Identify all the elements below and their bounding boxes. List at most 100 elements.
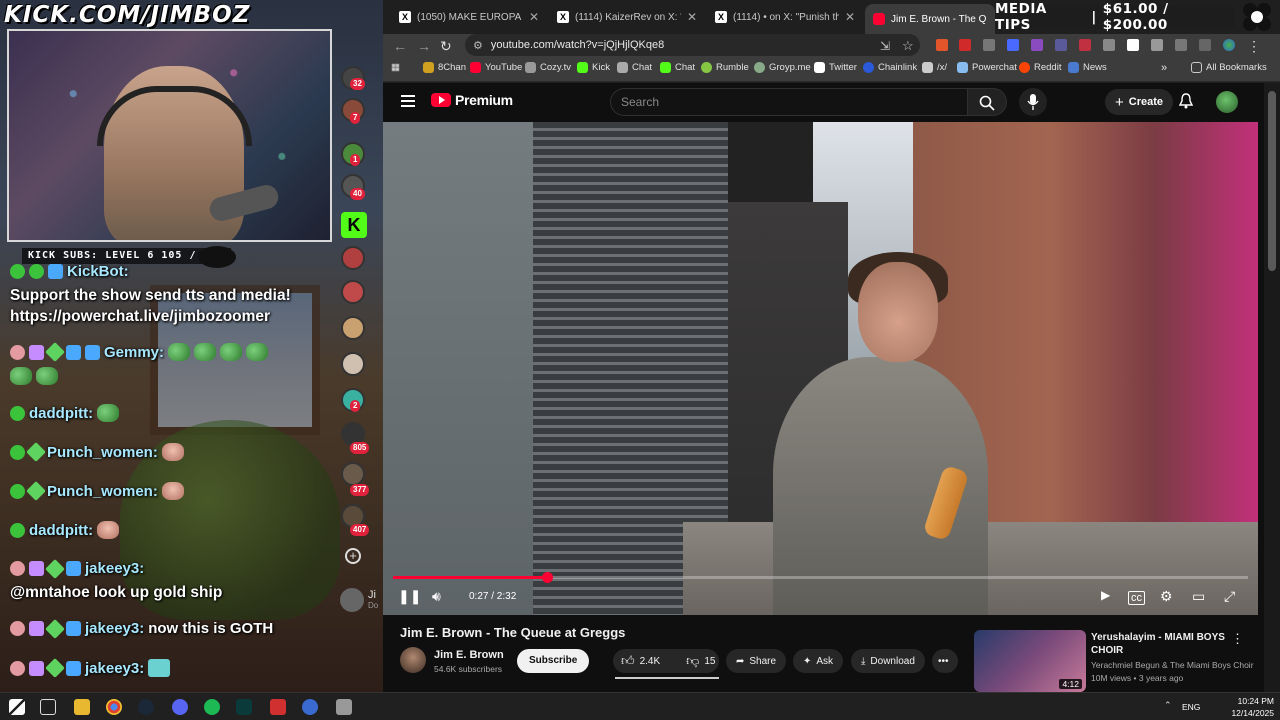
app-icon[interactable] [236,699,252,715]
more-vertical-icon[interactable]: ⋮ [1231,631,1244,647]
tray-chevron-icon[interactable]: ⌃ [1164,700,1172,711]
extension-icon[interactable] [1103,39,1115,51]
scrollbar-thumb[interactable] [1268,91,1276,271]
bookmark-star-icon[interactable]: ☆ [902,38,914,54]
chrome-icon[interactable] [106,699,122,715]
app-icon[interactable] [270,699,286,715]
bookmark-item[interactable]: 8Chan [423,62,466,73]
extension-icon[interactable] [983,39,995,51]
close-icon[interactable]: ✕ [529,10,539,24]
followed-channel-avatar[interactable] [341,316,365,340]
task-view-icon[interactable] [40,699,56,715]
file-explorer-icon[interactable] [74,699,90,715]
recommended-video-title[interactable]: Yerushalayim - MIAMI BOYS CHOIR [1091,631,1241,657]
bookmark-item[interactable]: Rumble [701,62,749,73]
kick-user-entry[interactable]: Ji Do [340,588,378,612]
followed-channel-avatar[interactable] [341,462,365,486]
search-button[interactable] [967,88,1007,116]
dislike-button[interactable]: 👎︎ 15 [678,653,723,669]
browser-tab-active[interactable]: Jim E. Brown - The Queue [865,4,995,34]
fullscreen-icon[interactable]: ⤢ [1224,588,1235,605]
bookmark-item[interactable]: News [1068,62,1107,73]
channel-avatar[interactable] [400,647,426,673]
forward-icon[interactable]: → [417,38,431,54]
address-bar[interactable]: ⚙ youtube.com/watch?v=jQjHjlQKqe8 [465,34,920,56]
hamburger-menu-icon[interactable] [401,95,415,107]
bookmark-item[interactable]: Chainlink [863,62,917,73]
windows-start-icon[interactable] [9,699,25,715]
profile-avatar-icon[interactable] [1223,39,1235,51]
bookmark-item[interactable]: Kick [577,62,610,73]
kick-logo-icon[interactable]: K [341,212,367,238]
channel-name[interactable]: Jim E. Brown [434,649,504,661]
subscribe-button[interactable]: Subscribe [517,649,590,673]
x-extension-icon[interactable] [1127,39,1139,51]
search-input[interactable]: Search [610,88,967,116]
add-channel-icon[interactable]: + [345,548,361,564]
youtube-premium-logo[interactable]: Premium [431,92,513,108]
miniplayer-icon[interactable]: ▭ [1192,588,1205,605]
extension-icon[interactable] [1055,39,1067,51]
back-icon[interactable]: ← [393,38,407,54]
extension-icon[interactable] [959,39,971,51]
app-icon[interactable] [302,699,318,715]
recommended-video-thumbnail[interactable]: 4:12 [974,630,1086,692]
scrollbar[interactable] [1264,83,1280,692]
media-icon[interactable] [1175,39,1187,51]
extension-icon[interactable] [1007,39,1019,51]
volume-icon[interactable]: 🔊︎ [432,588,441,605]
bookmark-item[interactable]: Chat [660,62,695,73]
video-player[interactable]: ❚❚ 🔊︎ 0:27 / 2:32 ▶ cc ⚙ ▭ ⤢ [383,122,1258,615]
captions-icon[interactable]: cc [1128,591,1145,605]
extensions-puzzle-icon[interactable] [1151,39,1163,51]
bookmark-item[interactable]: YouTube [470,62,522,73]
browser-tab[interactable]: X (1114) KaizerRev on X: "Ni ✕ [549,6,705,28]
close-icon[interactable]: ✕ [687,10,697,24]
pause-icon[interactable]: ❚❚ [398,588,421,605]
like-button[interactable]: 👍︎ 2.4K [613,653,668,669]
extension-icon[interactable] [1079,39,1091,51]
bookmark-item[interactable]: Powerchat [957,62,1017,73]
spotify-icon[interactable] [204,699,220,715]
progress-bar[interactable] [393,572,1248,583]
extension-icon[interactable] [1031,39,1043,51]
browser-tab[interactable]: X (1114) • on X: "Punish the left ✕ [707,6,863,28]
bookmark-item[interactable]: Cozy.tv [525,62,571,73]
download-icon: ⤓ [861,655,866,667]
bookmark-item[interactable]: Chat [617,62,652,73]
bookmark-item[interactable]: Groyp.me [754,62,811,73]
extension-icon[interactable] [936,39,948,51]
ask-button[interactable]: ✦ Ask [793,649,844,673]
bookmark-item[interactable]: Reddit [1019,62,1061,73]
discord-icon[interactable] [172,699,188,715]
bookmarks-overflow-icon[interactable]: » [1161,62,1167,74]
app-icon[interactable] [336,699,352,715]
apps-grid-icon[interactable]: ▦ [391,62,400,73]
downloads-icon[interactable] [1199,39,1211,51]
download-button[interactable]: ⤓ Download [851,649,925,673]
steam-icon[interactable] [138,699,154,715]
followed-channel-avatar[interactable] [341,280,365,304]
create-button[interactable]: + Create [1105,89,1174,115]
more-actions-button[interactable]: ••• [932,649,958,673]
notifications-button[interactable] [1178,93,1194,114]
reload-icon[interactable]: ↻ [440,38,452,54]
followed-channel-avatar[interactable] [341,246,365,270]
account-avatar[interactable] [1216,91,1238,113]
close-icon[interactable]: ✕ [845,10,855,24]
browser-tab[interactable]: X (1050) MAKE EUROPA SNOW ✕ [391,6,547,28]
share-button[interactable]: ➦ Share [726,649,787,673]
followed-channel-avatar[interactable] [341,352,365,376]
all-bookmarks-button[interactable]: All Bookmarks [1191,62,1267,73]
bookmark-item[interactable]: Twitter [814,62,857,73]
install-icon[interactable]: ⇲ [880,38,890,54]
language-indicator[interactable]: ENG [1182,702,1200,712]
voice-search-button[interactable] [1019,88,1047,116]
bookmark-item[interactable]: /x/ [922,62,947,73]
menu-kebab-icon[interactable]: ⋮ [1247,38,1261,54]
site-info-icon[interactable]: ⚙ [473,39,483,52]
clock[interactable]: 10:24 PM 12/14/2025 [1231,695,1274,719]
recommended-channel[interactable]: Yerachmiel Begun & The Miami Boys Choir [1091,660,1254,670]
autoplay-icon[interactable]: ▶ [1101,588,1110,602]
settings-gear-icon[interactable]: ⚙ [1160,588,1173,605]
